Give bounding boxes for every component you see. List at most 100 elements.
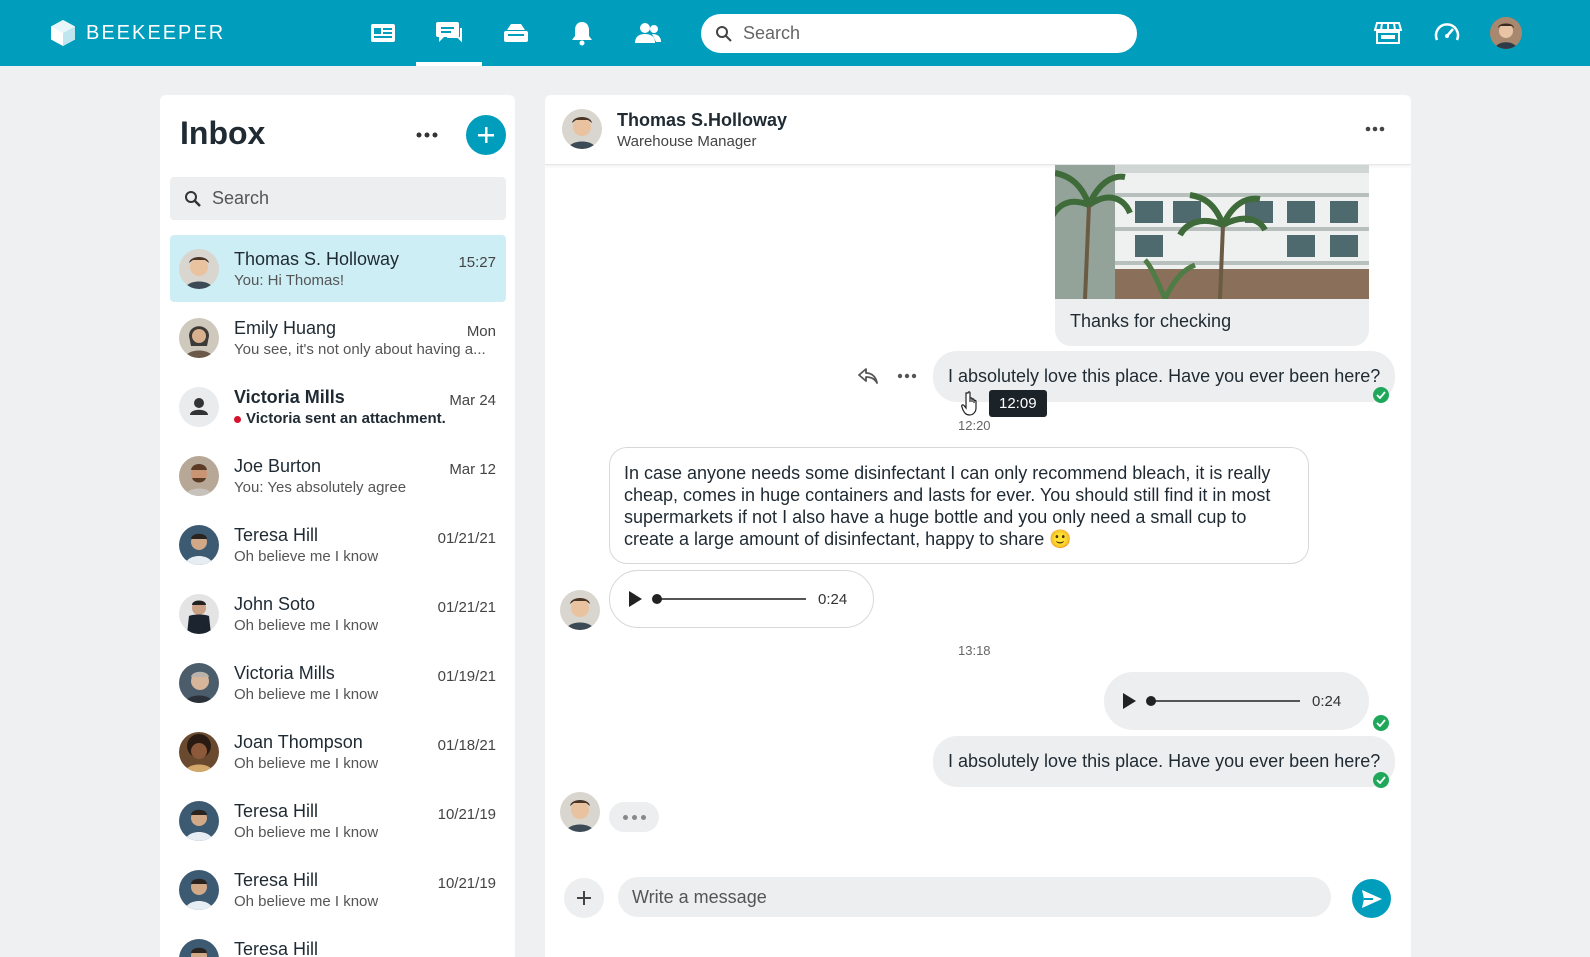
conversation-preview: Oh believe me I know: [234, 893, 379, 910]
avatar: [179, 870, 219, 910]
conversation-preview: You see, it's not only about having a...: [234, 341, 486, 358]
read-check-icon: [1373, 772, 1389, 788]
conversation-item[interactable]: Thomas S. Holloway You: Hi Thomas! 15:27: [170, 235, 506, 302]
avatar: [179, 525, 219, 565]
conversation-preview: You: Hi Thomas!: [234, 272, 345, 289]
timestamp: 13:18: [958, 643, 991, 658]
contact-avatar[interactable]: [560, 590, 600, 630]
conversation-time: Mar 12: [449, 461, 496, 478]
conversation-preview: You: Yes absolutely agree: [234, 479, 407, 496]
read-check-icon: [1373, 715, 1389, 731]
audio-scrubber[interactable]: [1146, 696, 1156, 706]
inbox-title: Inbox: [180, 115, 266, 151]
conversation-time: 01/21/21: [437, 599, 496, 616]
send-button[interactable]: [1352, 879, 1391, 918]
conversation-item[interactable]: Emily Huang You see, it's not only about…: [170, 304, 506, 371]
people-icon[interactable]: [631, 16, 665, 50]
conversation-name: Teresa Hill: [234, 870, 319, 890]
conversation-name: Teresa Hill: [234, 525, 319, 545]
inbox-search-field[interactable]: [170, 177, 506, 220]
unread-indicator: [234, 415, 241, 423]
contact-role: Warehouse Manager: [617, 133, 757, 150]
dashboard-icon[interactable]: [1430, 16, 1464, 50]
message-input[interactable]: [632, 886, 1312, 908]
message-hover-actions: [857, 367, 917, 385]
play-icon[interactable]: [626, 590, 644, 608]
contact-avatar[interactable]: [562, 109, 602, 149]
conversation-item[interactable]: John Soto Oh believe me I know 01/21/21: [170, 580, 506, 647]
contact-avatar[interactable]: [560, 792, 600, 832]
avatar: [179, 939, 219, 957]
conversation-name: Thomas S. Holloway: [234, 249, 400, 269]
conversation-name: Emily Huang: [234, 318, 337, 338]
conversation-item[interactable]: Victoria Mills Victoria sent an attachme…: [170, 373, 506, 440]
conversation-item[interactable]: Victoria Mills Oh believe me I know 01/1…: [170, 649, 506, 716]
contact-name[interactable]: Thomas S.Holloway: [617, 110, 787, 131]
building-photo: [1055, 165, 1369, 299]
conversation-name: Victoria Mills: [234, 387, 345, 407]
audio-progress-track[interactable]: [1146, 696, 1300, 706]
conversation-item[interactable]: Teresa Hill Oh believe me I know 10/21/1…: [170, 856, 506, 923]
conversation-preview: Oh believe me I know: [234, 755, 379, 772]
chat-header: Thomas S.Holloway Warehouse Manager: [545, 95, 1411, 165]
conversation-time: 01/21/21: [437, 530, 496, 547]
audio-duration: 0:24: [818, 590, 848, 608]
message-text: I absolutely love this place. Have you e…: [948, 366, 1381, 386]
conversation-time: Mar 24: [449, 392, 496, 409]
tools-icon[interactable]: [499, 16, 533, 50]
message-text: In case anyone needs some disinfectant I…: [624, 463, 1271, 549]
add-attachment-button[interactable]: [564, 878, 604, 918]
audio-scrubber[interactable]: [652, 594, 662, 604]
conversation-item[interactable]: Joan Thompson Oh believe me I know 01/18…: [170, 718, 506, 785]
avatar: [179, 594, 219, 634]
avatar: [179, 732, 219, 772]
user-avatar[interactable]: [1490, 17, 1522, 49]
reply-icon[interactable]: [857, 367, 879, 385]
received-message[interactable]: In case anyone needs some disinfectant I…: [609, 447, 1309, 564]
audio-duration: 0:24: [1312, 692, 1342, 710]
avatar: [179, 318, 219, 358]
typing-indicator: [609, 802, 659, 832]
time-tooltip: 12:09: [989, 390, 1047, 417]
avatar: [179, 801, 219, 841]
image-caption: Thanks for checking: [1070, 311, 1232, 331]
conversation-name: Teresa Hill: [234, 801, 319, 821]
plus-icon: [577, 891, 591, 905]
search-icon: [716, 25, 732, 42]
conversation-name: Victoria Mills: [234, 663, 335, 683]
brand-logo[interactable]: BEEKEEPER: [50, 19, 225, 47]
play-icon[interactable]: [1120, 692, 1138, 710]
message-composer[interactable]: [618, 877, 1331, 917]
received-audio-message: 0:24: [609, 570, 874, 628]
new-conversation-button[interactable]: [466, 115, 506, 155]
conversation-name: John Soto: [234, 594, 316, 614]
inbox-more-options-icon[interactable]: [412, 123, 442, 147]
hand-cursor-icon: [961, 391, 977, 416]
chat-more-options-icon[interactable]: [1360, 117, 1390, 141]
message-more-options-icon[interactable]: [897, 373, 917, 379]
conversation-time: 10/21/19: [437, 806, 496, 823]
shop-icon[interactable]: [1371, 16, 1405, 50]
avatar: [179, 456, 219, 496]
inbox-search-input[interactable]: [212, 188, 492, 209]
timestamp: 12:20: [958, 418, 991, 433]
avatar: [179, 249, 219, 289]
global-search-input[interactable]: [743, 23, 1123, 44]
chat-icon[interactable]: [432, 16, 466, 50]
conversation-item[interactable]: Teresa Hill Oh believe me I know 10/21/1…: [170, 787, 506, 854]
brand-name: BEEKEEPER: [86, 21, 226, 44]
audio-progress-track[interactable]: [652, 594, 806, 604]
global-search-field[interactable]: [701, 14, 1137, 53]
conversation-preview: Oh believe me I know: [234, 617, 379, 634]
news-feed-icon[interactable]: [366, 16, 400, 50]
notifications-icon[interactable]: [565, 16, 599, 50]
read-check-icon: [1373, 387, 1389, 403]
conversation-name: Teresa Hill: [234, 939, 319, 957]
image-message[interactable]: Thanks for checking: [1055, 165, 1369, 346]
sent-message[interactable]: I absolutely love this place. Have you e…: [933, 736, 1396, 787]
conversation-time: 10/21/19: [437, 875, 496, 892]
conversation-item[interactable]: Joe Burton You: Yes absolutely agree Mar…: [170, 442, 506, 509]
top-navigation-bar: BEEKEEPER: [0, 0, 1590, 66]
conversation-item[interactable]: Teresa Hill: [170, 925, 506, 957]
conversation-item[interactable]: Teresa Hill Oh believe me I know 01/21/2…: [170, 511, 506, 578]
